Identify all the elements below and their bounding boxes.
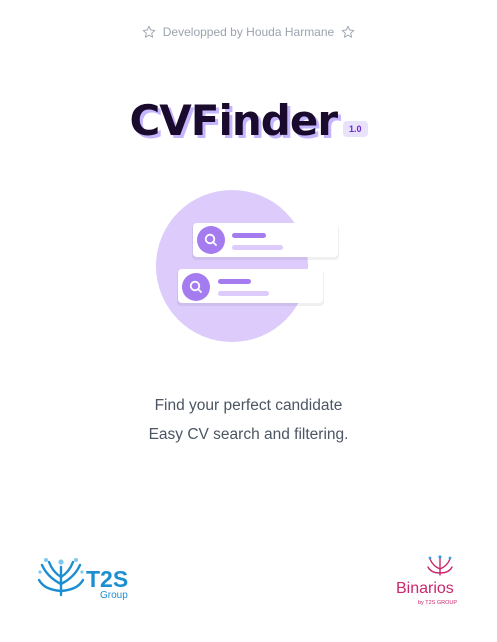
credit-text: Developped by Houda Harmane [162, 25, 335, 39]
app-name: CVFinder [129, 96, 338, 145]
star-outline-icon [142, 25, 156, 38]
version-badge: 1.0 [343, 121, 368, 137]
binarios-logo-text: Binarios [396, 580, 454, 597]
background-circle [156, 190, 308, 342]
binarios-logo-sub: by T2S GROUP [418, 600, 457, 606]
tagline-line2: Easy CV search and filtering. [148, 426, 349, 443]
t2s-logo-text: T2S [86, 566, 128, 592]
search-card-front [177, 269, 324, 306]
star-outline-icon [341, 25, 355, 38]
search-illustration [156, 190, 339, 342]
t2s-group-logo: T2S Group [37, 558, 128, 601]
binarios-logo: Binarios by T2S GROUP [396, 555, 457, 606]
search-card-back [192, 223, 339, 260]
tagline-line1: Find your perfect candidate [154, 397, 343, 414]
app-title: CVFinder 1.0 [0, 95, 497, 147]
t2s-logo-sub: Group [100, 590, 128, 601]
credit-line: Developped by Houda Harmane [0, 25, 497, 39]
